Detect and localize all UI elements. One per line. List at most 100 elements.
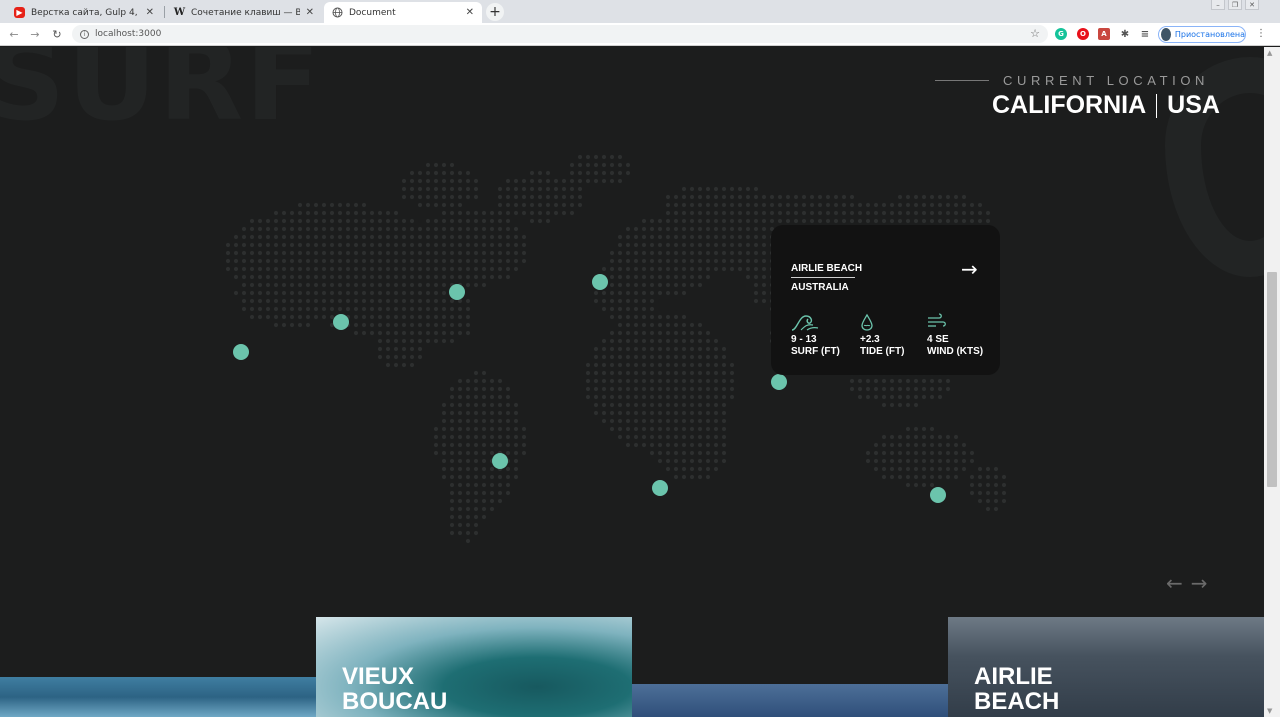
map-dot: [489, 258, 495, 264]
browser-tab-document[interactable]: Document ✕: [324, 2, 482, 23]
map-dot: [641, 362, 647, 368]
map-dot: [673, 202, 679, 208]
map-dot: [353, 234, 359, 240]
map-dot: [241, 226, 247, 232]
surf-spot-marker[interactable]: [771, 374, 787, 390]
map-dot: [713, 266, 719, 272]
arrow-right-icon[interactable]: →: [1191, 571, 1208, 595]
map-dot: [385, 226, 391, 232]
location-thumbnail-vieux-boucau[interactable]: VIEUX BOUCAU: [316, 617, 632, 717]
map-dot: [929, 482, 935, 488]
map-dot: [249, 274, 255, 280]
map-dot: [721, 362, 727, 368]
profile-button[interactable]: Приостановлена: [1158, 26, 1246, 43]
address-bar[interactable]: i localhost:3000 ☆: [72, 25, 1048, 43]
pdf-extension-icon[interactable]: A: [1098, 28, 1110, 40]
map-dot: [545, 186, 551, 192]
map-dot: [537, 194, 543, 200]
restore-icon[interactable]: ❐: [1228, 0, 1242, 10]
surf-spot-marker[interactable]: [333, 314, 349, 330]
media-playlist-icon[interactable]: ≡: [1139, 28, 1151, 40]
browser-tab-youtube[interactable]: ▶ Верстка сайта, Gulp 4, препроц ✕: [6, 2, 162, 23]
map-dot: [977, 210, 983, 216]
map-dot: [817, 210, 823, 216]
arrow-right-icon[interactable]: →: [961, 257, 978, 281]
map-dot: [489, 210, 495, 216]
location-thumbnail[interactable]: [632, 684, 948, 717]
map-dot: [649, 370, 655, 376]
map-dot: [729, 378, 735, 384]
map-dot: [585, 170, 591, 176]
map-dot: [441, 410, 447, 416]
new-tab-button[interactable]: +: [486, 3, 504, 21]
map-dot: [921, 466, 927, 472]
map-dot: [817, 218, 823, 224]
map-dot: [641, 426, 647, 432]
map-dot: [729, 194, 735, 200]
map-dot: [473, 194, 479, 200]
map-dot: [265, 226, 271, 232]
map-dot: [657, 410, 663, 416]
surf-spot-marker[interactable]: [930, 487, 946, 503]
map-dot: [985, 482, 991, 488]
close-icon[interactable]: ✕: [146, 7, 154, 18]
opera-icon[interactable]: O: [1077, 28, 1089, 40]
bookmark-star-icon[interactable]: ☆: [1030, 27, 1040, 40]
surf-spot-marker[interactable]: [592, 274, 608, 290]
page-scrollbar[interactable]: ▲ ▼: [1264, 47, 1280, 717]
scrollbar-thumb[interactable]: [1267, 272, 1277, 487]
map-dot: [329, 202, 335, 208]
map-dot: [441, 434, 447, 440]
map-dot: [337, 274, 343, 280]
surf-spot-marker[interactable]: [492, 453, 508, 469]
scroll-up-icon[interactable]: ▲: [1267, 49, 1272, 57]
surf-spot-marker[interactable]: [233, 344, 249, 360]
close-window-icon[interactable]: ✕: [1245, 0, 1259, 10]
surf-spot-marker[interactable]: [449, 284, 465, 300]
map-dot: [969, 450, 975, 456]
grammarly-icon[interactable]: G: [1055, 28, 1067, 40]
map-dot: [641, 226, 647, 232]
browser-tab-wikipedia[interactable]: W Сочетание клавиш — Википеди ✕: [166, 2, 322, 23]
map-dot: [577, 186, 583, 192]
close-icon[interactable]: ✕: [306, 7, 314, 18]
back-icon[interactable]: ←: [7, 27, 21, 41]
map-dot: [497, 402, 503, 408]
location-thumbnail[interactable]: [0, 677, 316, 717]
forward-icon[interactable]: →: [28, 27, 42, 41]
map-dot: [353, 306, 359, 312]
map-dot: [953, 442, 959, 448]
map-dot: [489, 266, 495, 272]
map-dot: [673, 194, 679, 200]
map-dot: [401, 362, 407, 368]
reload-icon[interactable]: ↻: [50, 27, 64, 41]
map-dot: [705, 330, 711, 336]
map-dot: [569, 170, 575, 176]
map-dot: [897, 202, 903, 208]
map-dot: [593, 290, 599, 296]
map-dot: [489, 490, 495, 496]
map-dot: [425, 170, 431, 176]
map-dot: [289, 306, 295, 312]
arrow-left-icon[interactable]: ←: [1166, 571, 1183, 595]
extensions-puzzle-icon[interactable]: ✱: [1119, 28, 1131, 40]
map-dot: [473, 378, 479, 384]
map-dot: [713, 258, 719, 264]
map-dot: [705, 362, 711, 368]
map-dot: [457, 466, 463, 472]
map-dot: [625, 282, 631, 288]
map-dot: [481, 386, 487, 392]
close-icon[interactable]: ✕: [466, 7, 474, 18]
map-dot: [345, 202, 351, 208]
map-dot: [249, 306, 255, 312]
browser-menu-icon[interactable]: ⋮: [1256, 28, 1266, 39]
scroll-down-icon[interactable]: ▼: [1267, 707, 1272, 715]
location-thumbnail-airlie-beach[interactable]: AIRLIE BEACH: [948, 617, 1264, 717]
info-icon[interactable]: i: [80, 29, 89, 39]
minimize-icon[interactable]: –: [1211, 0, 1225, 10]
map-dot: [633, 226, 639, 232]
surf-spot-marker[interactable]: [652, 480, 668, 496]
map-dot: [281, 282, 287, 288]
map-dot: [553, 178, 559, 184]
map-dot: [593, 410, 599, 416]
